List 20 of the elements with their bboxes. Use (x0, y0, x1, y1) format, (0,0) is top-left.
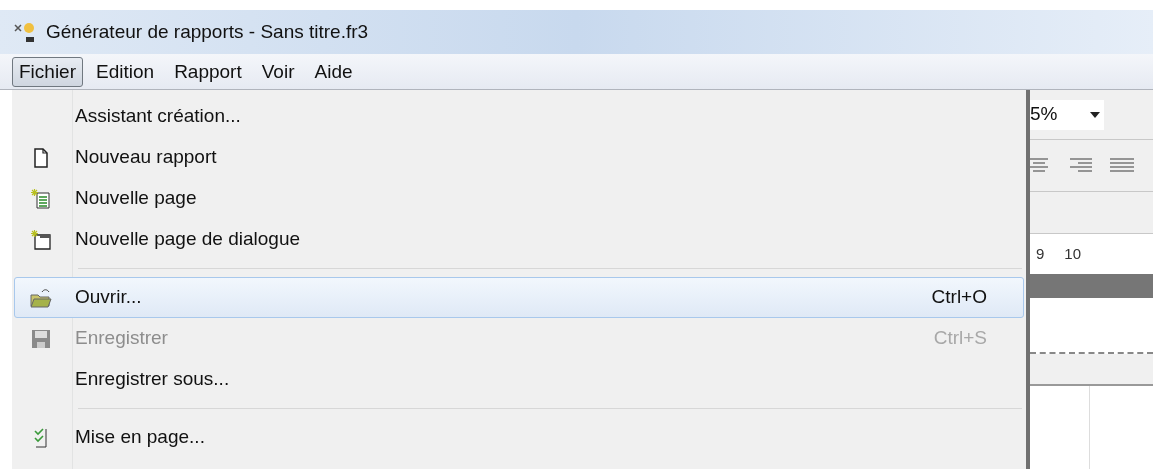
ruler-label: 9 (1036, 243, 1045, 264)
menu-bar-item[interactable]: Aide (307, 56, 360, 87)
open-folder-icon (30, 286, 52, 309)
dropdown-arrow-icon (1090, 111, 1100, 118)
ruler-label: 10 (1064, 243, 1082, 264)
menu-item[interactable]: Assistant création... (14, 96, 1024, 137)
menu-bar-item[interactable]: Rapport (167, 56, 249, 87)
new-dialog-icon (30, 228, 52, 251)
menu-bar-item[interactable]: Voir (254, 56, 302, 87)
new-page-icon (30, 187, 52, 210)
menu-bar-item[interactable]: Fichier (12, 56, 83, 87)
menu-bar-item[interactable]: Edition (89, 56, 162, 87)
menu-item[interactable]: Enregistrer sous... (14, 359, 1024, 400)
menu-item[interactable]: Ouvrir... Ctrl+O (14, 277, 1024, 318)
menu-item[interactable]: Mise en page... (14, 417, 1024, 458)
window-title: Générateur de rapports - Sans titre.fr3 (46, 19, 369, 44)
zoom-combo[interactable]: 5% (1030, 99, 1104, 130)
menu-item[interactable]: Nouvelle page (14, 178, 1024, 219)
menu-item[interactable]: Nouveau rapport (14, 137, 1024, 178)
menu-item[interactable]: Nouvelle page de dialogue (14, 219, 1024, 260)
